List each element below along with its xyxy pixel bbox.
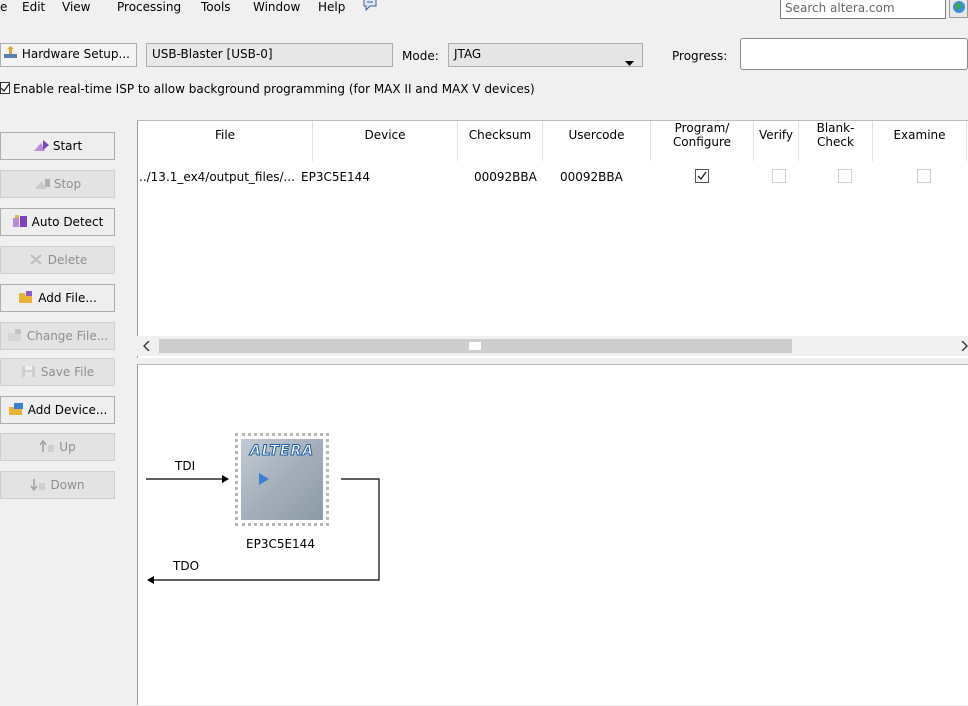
checkmark-icon [1,83,10,93]
save-file-icon [21,361,37,377]
table-row[interactable]: ../13.1_ex4/output_files/... EP3C5E144 0… [138,165,968,187]
up-button[interactable]: Up [0,433,115,461]
device-chip[interactable]: ALTERA [235,433,329,526]
menu-window[interactable]: Window [253,0,300,18]
progress-label: Progress: [672,49,728,63]
hardware-setup-icon [3,46,18,60]
altera-logo: ALTERA [249,443,315,460]
menu-tools[interactable]: Tools [201,0,231,18]
jtag-chain-diagram: TDI TDO ALTERA EP3C5E144 [137,364,968,705]
isp-label: Enable real-time ISP to allow background… [13,82,535,96]
globe-icon[interactable] [949,0,968,18]
isp-checkbox[interactable] [0,82,10,94]
menu-edit[interactable]: Edit [22,0,45,18]
cell-checksum: 00092BBA [474,170,537,184]
change-file-label: Change File... [26,329,109,343]
auto-detect-button[interactable]: Auto Detect [0,208,115,236]
cell-device: EP3C5E144 [301,170,370,184]
down-button[interactable]: Down [0,471,115,499]
delete-button[interactable]: Delete [0,246,115,274]
device-table: File Device Checksum Usercode Program/ C… [137,120,968,358]
chevron-down-icon [625,52,634,72]
cell-file: ../13.1_ex4/output_files/... [139,170,295,184]
auto-detect-label: Auto Detect [31,215,104,229]
change-file-icon [7,325,23,341]
column-header-file[interactable]: File [138,121,313,161]
add-device-button[interactable]: Add Device... [0,396,115,424]
scroll-thumb[interactable] [159,339,792,353]
mode-select[interactable]: JTAG [448,43,643,67]
hardware-field: USB-Blaster [USB-0] [146,43,393,67]
menu-help[interactable]: Help [318,0,345,18]
start-icon [33,135,49,151]
device-name-label: EP3C5E144 [246,537,315,551]
delete-icon [28,249,44,265]
menu-bar: e Edit View Processing Tools Window Help… [0,0,968,26]
cell-usercode: 00092BBA [560,170,623,184]
save-file-label: Save File [40,365,95,379]
checkmark-icon [697,171,707,181]
pin1-marker-icon [259,473,269,485]
tdi-arrow-icon [222,475,229,483]
column-header-usercode[interactable]: Usercode [543,121,651,161]
hardware-setup-label: Hardware Setup... [21,47,130,61]
search-input[interactable]: Search altera.com [780,0,946,19]
horizontal-scrollbar[interactable] [137,336,968,356]
auto-detect-icon [12,211,28,227]
progress-bar [740,38,968,70]
hardware-setup-button[interactable]: Hardware Setup... [0,43,137,67]
scroll-left-icon[interactable] [143,340,150,354]
stop-label: Stop [53,177,82,191]
menu-processing[interactable]: Processing [117,0,181,18]
menu-file[interactable]: e [0,0,7,18]
tdo-arrow-icon [147,576,154,584]
add-file-icon [18,287,34,303]
scroll-right-icon[interactable] [961,340,968,354]
down-icon [30,474,46,492]
start-button[interactable]: Start [0,132,115,160]
help-topics-icon[interactable] [362,0,378,12]
add-file-button[interactable]: Add File... [0,284,115,312]
add-file-label: Add File... [38,291,97,305]
column-header-examine[interactable]: Examine [873,121,967,161]
column-header-verify[interactable]: Verify [754,121,799,161]
mode-label: Mode: [402,49,439,63]
add-device-icon [8,399,24,415]
scroll-grip [469,342,481,350]
program-configure-checkbox[interactable] [695,169,709,183]
delete-label: Delete [47,253,88,267]
blank-check-checkbox[interactable] [838,169,852,183]
verify-checkbox[interactable] [772,169,786,183]
mode-value: JTAG [454,47,482,61]
up-icon [39,436,55,452]
examine-checkbox[interactable] [917,169,931,183]
jtag-chain-wires [146,475,380,584]
down-label: Down [50,478,85,492]
chip-body: ALTERA [241,439,323,520]
column-header-program-configure[interactable]: Program/ Configure [651,121,754,161]
stop-button[interactable]: Stop [0,170,115,198]
column-header-blank-check[interactable]: Blank- Check [799,121,873,161]
column-header-checksum[interactable]: Checksum [458,121,543,161]
start-label: Start [52,139,83,153]
menu-view[interactable]: View [62,0,90,18]
change-file-button[interactable]: Change File... [0,322,115,350]
column-header-device[interactable]: Device [313,121,458,161]
up-label: Up [59,440,76,454]
add-device-label: Add Device... [27,403,108,417]
stop-icon [34,173,50,189]
save-file-button[interactable]: Save File [0,358,115,386]
